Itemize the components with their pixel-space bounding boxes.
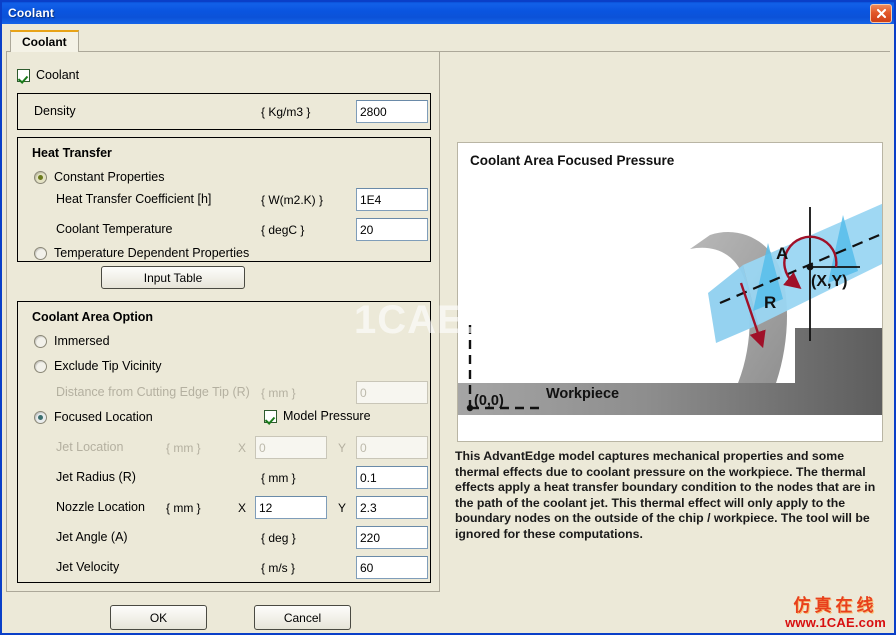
- nozzle-location-x-input[interactable]: [255, 496, 327, 519]
- illustration-image: Coolant Area Focused Pressure A R (X,Y) …: [457, 142, 883, 442]
- radio-temperature-dependent[interactable]: Temperature Dependent Properties: [34, 246, 249, 260]
- radio-icon: [34, 334, 47, 348]
- model-pressure-checkbox[interactable]: Model Pressure: [264, 409, 371, 423]
- density-group: Density { Kg/m3 }: [17, 93, 431, 130]
- ok-button[interactable]: OK: [110, 605, 207, 630]
- radio-immersed-label: Immersed: [54, 334, 110, 348]
- htc-label: Heat Transfer Coefficient [h]: [56, 192, 212, 206]
- tab-coolant[interactable]: Coolant: [10, 30, 79, 52]
- tab-underline: [6, 51, 890, 52]
- radio-focused-location-label: Focused Location: [54, 410, 153, 424]
- nozzle-location-y-label: Y: [338, 501, 347, 515]
- radio-icon: [34, 246, 47, 260]
- radio-temperature-dependent-label: Temperature Dependent Properties: [54, 246, 250, 260]
- radio-constant-properties[interactable]: Constant Properties: [34, 170, 164, 184]
- jet-velocity-label: Jet Velocity: [56, 560, 120, 574]
- heat-transfer-group: Heat Transfer Constant Properties Heat T…: [17, 137, 431, 289]
- jet-angle-label: Jet Angle (A): [56, 530, 128, 544]
- coolant-temp-label: Coolant Temperature: [56, 222, 173, 236]
- svg-text:(X,Y): (X,Y): [811, 273, 847, 290]
- jet-location-x-input[interactable]: [255, 436, 327, 459]
- jet-location-unit: { mm }: [166, 441, 201, 455]
- watermark-chinese: 仿真在线: [793, 596, 878, 615]
- distance-label: Distance from Cutting Edge Tip (R): [56, 385, 250, 399]
- coolant-diagram: A R (X,Y) Workpiece (0,0): [458, 203, 882, 415]
- svg-text:(0,0): (0,0): [474, 393, 504, 409]
- heat-transfer-title: Heat Transfer: [32, 146, 112, 160]
- coolant-area-title: Coolant Area Option: [32, 310, 154, 324]
- radio-constant-properties-label: Constant Properties: [54, 170, 165, 184]
- jet-location-label: Jet Location: [56, 440, 124, 454]
- title-bar: Coolant: [2, 2, 894, 24]
- jet-angle-unit: { deg }: [261, 531, 296, 545]
- distance-unit: { mm }: [261, 386, 296, 400]
- distance-input[interactable]: [356, 381, 428, 404]
- nozzle-location-label: Nozzle Location: [56, 500, 145, 514]
- model-pressure-label: Model Pressure: [283, 409, 371, 423]
- checkbox-icon: [264, 409, 277, 423]
- watermark-1cae-bottom: 仿真在线 www.1CAE.com: [785, 597, 886, 629]
- coolant-temp-unit: { degC }: [261, 223, 305, 237]
- radio-icon: [34, 410, 47, 424]
- description-text: This AdvantEdge model captures mechanica…: [455, 449, 876, 541]
- density-unit: { Kg/m3 }: [261, 105, 311, 119]
- radio-immersed[interactable]: Immersed: [34, 334, 110, 348]
- coolant-panel: Coolant Density { Kg/m3 } Heat Transfer …: [6, 51, 440, 592]
- htc-unit: { W(m2.K) }: [261, 193, 324, 207]
- jet-radius-input[interactable]: [356, 466, 428, 489]
- svg-text:R: R: [764, 293, 776, 312]
- nozzle-location-x-label: X: [238, 501, 247, 515]
- coolant-enable-label: Coolant: [36, 68, 80, 82]
- svg-text:A: A: [776, 244, 788, 263]
- jet-radius-unit: { mm }: [261, 471, 296, 485]
- illustration-panel: Coolant Area Focused Pressure A R (X,Y) …: [452, 134, 890, 552]
- input-table-button[interactable]: Input Table: [101, 266, 245, 289]
- cancel-button[interactable]: Cancel: [254, 605, 351, 630]
- radio-exclude-tip-vicinity[interactable]: Exclude Tip Vicinity: [34, 359, 161, 373]
- coolant-area-group: Coolant Area Option Immersed Exclude Tip…: [17, 301, 431, 583]
- radio-exclude-tip-vicinity-label: Exclude Tip Vicinity: [54, 359, 162, 373]
- jet-velocity-unit: { m/s }: [261, 561, 296, 575]
- svg-text:Workpiece: Workpiece: [546, 386, 619, 402]
- jet-location-y-label: Y: [338, 441, 347, 455]
- coolant-enable-checkbox[interactable]: Coolant: [17, 68, 79, 82]
- jet-location-y-input[interactable]: [356, 436, 428, 459]
- density-input[interactable]: [356, 100, 428, 123]
- radio-icon: [34, 359, 47, 373]
- nozzle-location-y-input[interactable]: [356, 496, 428, 519]
- window-title: Coolant: [8, 6, 55, 20]
- jet-location-x-label: X: [238, 441, 247, 455]
- watermark-url: www.1CAE.com: [785, 615, 886, 630]
- tab-strip: Coolant: [6, 30, 890, 52]
- close-icon[interactable]: [870, 4, 892, 23]
- radio-focused-location[interactable]: Focused Location: [34, 410, 153, 424]
- jet-angle-input[interactable]: [356, 526, 428, 549]
- nozzle-location-unit: { mm }: [166, 501, 201, 515]
- illustration-title: Coolant Area Focused Pressure: [470, 153, 675, 168]
- jet-radius-label: Jet Radius (R): [56, 470, 136, 484]
- density-label: Density: [34, 104, 76, 118]
- checkbox-icon: [17, 68, 30, 82]
- coolant-dialog: Coolant Coolant Coolant Density { Kg/m3 …: [0, 0, 896, 635]
- radio-icon: [34, 170, 47, 184]
- jet-velocity-input[interactable]: [356, 556, 428, 579]
- htc-input[interactable]: [356, 188, 428, 211]
- coolant-temp-input[interactable]: [356, 218, 428, 241]
